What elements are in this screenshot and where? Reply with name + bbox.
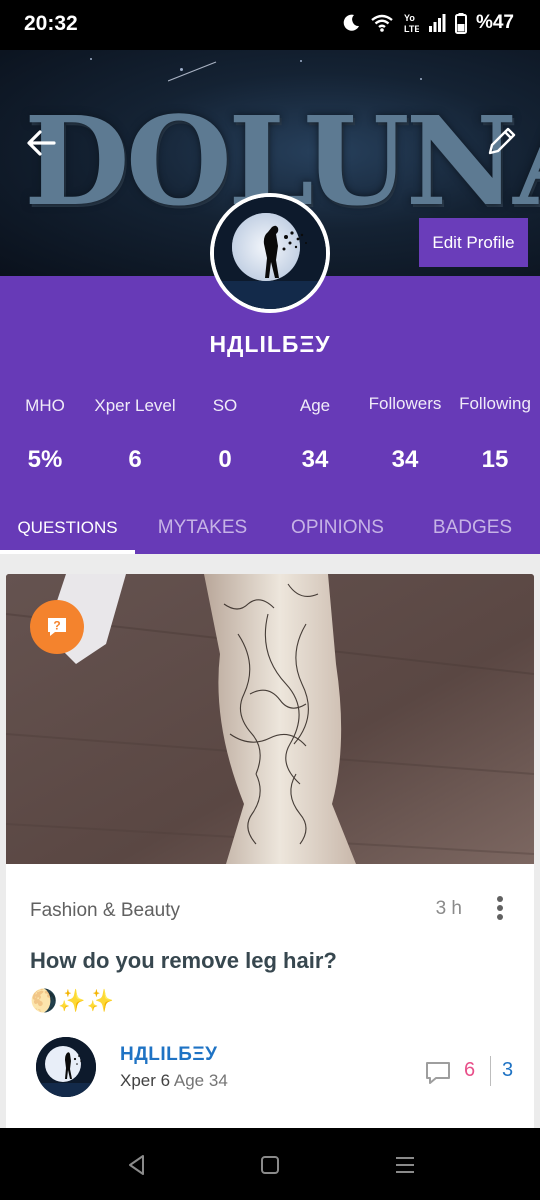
triangle-back-icon bbox=[129, 1155, 144, 1175]
question-type-badge: ? bbox=[30, 600, 84, 654]
stat-label-mho: MHO bbox=[25, 396, 65, 415]
stat-label-following[interactable]: Following bbox=[450, 394, 540, 414]
nav-home-button[interactable] bbox=[255, 1150, 285, 1180]
question-card[interactable]: ? Fashion & Beauty 3 h How do you remove… bbox=[6, 574, 534, 1128]
tab-mytakes[interactable]: MYTAKES bbox=[135, 502, 270, 554]
stat-value-followers[interactable]: 34 bbox=[360, 446, 450, 474]
status-icons: Yo LTE %47 bbox=[341, 12, 514, 34]
svg-text:?: ? bbox=[53, 619, 60, 633]
tab-questions[interactable]: QUESTIONS bbox=[0, 502, 135, 554]
question-image[interactable]: ? bbox=[6, 574, 534, 864]
stat-value-xper-level: 6 bbox=[128, 446, 142, 473]
question-bubble-icon: ? bbox=[48, 618, 66, 636]
profile-username: НДLILБΞУ bbox=[209, 331, 331, 357]
question-photo bbox=[6, 574, 534, 864]
comment-icon[interactable] bbox=[424, 1060, 452, 1086]
battery-icon bbox=[454, 12, 467, 34]
stat-label-age: Age bbox=[299, 396, 331, 415]
question-category[interactable]: Fashion & Beauty bbox=[30, 900, 180, 922]
stat-value-mho: 5% bbox=[27, 446, 63, 473]
author-level: Xper 6 bbox=[120, 1071, 171, 1090]
profile-header: НДLILБΞУ MHO Xper Level SO Age Followers… bbox=[0, 276, 540, 554]
author-name[interactable]: НДLILБΞУ bbox=[120, 1044, 217, 1066]
question-emoji-line: 🌖✨✨ bbox=[30, 988, 116, 1013]
author-avatar[interactable] bbox=[36, 1037, 96, 1097]
back-button[interactable] bbox=[24, 128, 60, 158]
stat-value-so: 0 bbox=[218, 446, 232, 473]
signal-icon bbox=[428, 14, 446, 32]
question-title[interactable]: How do you remove leg hair? bbox=[30, 948, 337, 974]
system-nav-bar bbox=[0, 1128, 540, 1200]
profile-avatar[interactable] bbox=[210, 193, 330, 313]
nav-menu-button[interactable] bbox=[390, 1150, 420, 1180]
wifi-icon bbox=[370, 13, 394, 33]
questions-feed: ? Fashion & Beauty 3 h How do you remove… bbox=[0, 554, 540, 1128]
tab-opinions[interactable]: OPINIONS bbox=[270, 502, 405, 554]
tab-badges[interactable]: BADGES bbox=[405, 502, 540, 554]
comment-count[interactable]: 6 bbox=[464, 1059, 475, 1082]
volte-icon: Yo LTE bbox=[403, 12, 419, 34]
moon-silhouette-avatar-image bbox=[214, 197, 326, 309]
menu-lines-icon bbox=[396, 1157, 414, 1173]
stat-value-age: 34 bbox=[301, 446, 329, 473]
question-time: 3 h bbox=[435, 898, 462, 919]
nav-back-button[interactable] bbox=[122, 1150, 152, 1180]
more-vertical-icon bbox=[497, 896, 503, 920]
back-arrow-icon bbox=[27, 130, 56, 156]
edit-banner-button[interactable] bbox=[484, 125, 518, 159]
status-time: 20:32 bbox=[24, 12, 78, 35]
stat-label-xper-level: Xper Level bbox=[94, 396, 176, 415]
pencil-icon bbox=[488, 127, 516, 155]
moon-icon bbox=[341, 13, 361, 33]
svg-text:LTE: LTE bbox=[404, 24, 419, 34]
svg-text:Yo: Yo bbox=[404, 13, 415, 23]
more-options-button[interactable] bbox=[490, 894, 510, 924]
battery-percent: %47 bbox=[475, 12, 514, 33]
author-age: Age 34 bbox=[173, 1071, 228, 1090]
profile-tabs: QUESTIONS MYTAKES OPINIONS BADGES bbox=[0, 502, 540, 554]
vote-count[interactable]: 3 bbox=[502, 1059, 513, 1082]
stat-label-so: SO bbox=[212, 396, 238, 415]
stats-divider bbox=[490, 1056, 491, 1086]
status-bar: 20:32 Yo LTE %47 bbox=[0, 0, 540, 50]
square-home-icon bbox=[261, 1156, 279, 1174]
edit-profile-button[interactable]: Edit Profile bbox=[419, 218, 528, 267]
moon-silhouette-avatar-image bbox=[36, 1037, 96, 1097]
stat-value-following[interactable]: 15 bbox=[450, 446, 540, 474]
stat-label-followers[interactable]: Followers bbox=[360, 394, 450, 414]
author-meta: Xper 6 Age 34 bbox=[120, 1071, 228, 1091]
